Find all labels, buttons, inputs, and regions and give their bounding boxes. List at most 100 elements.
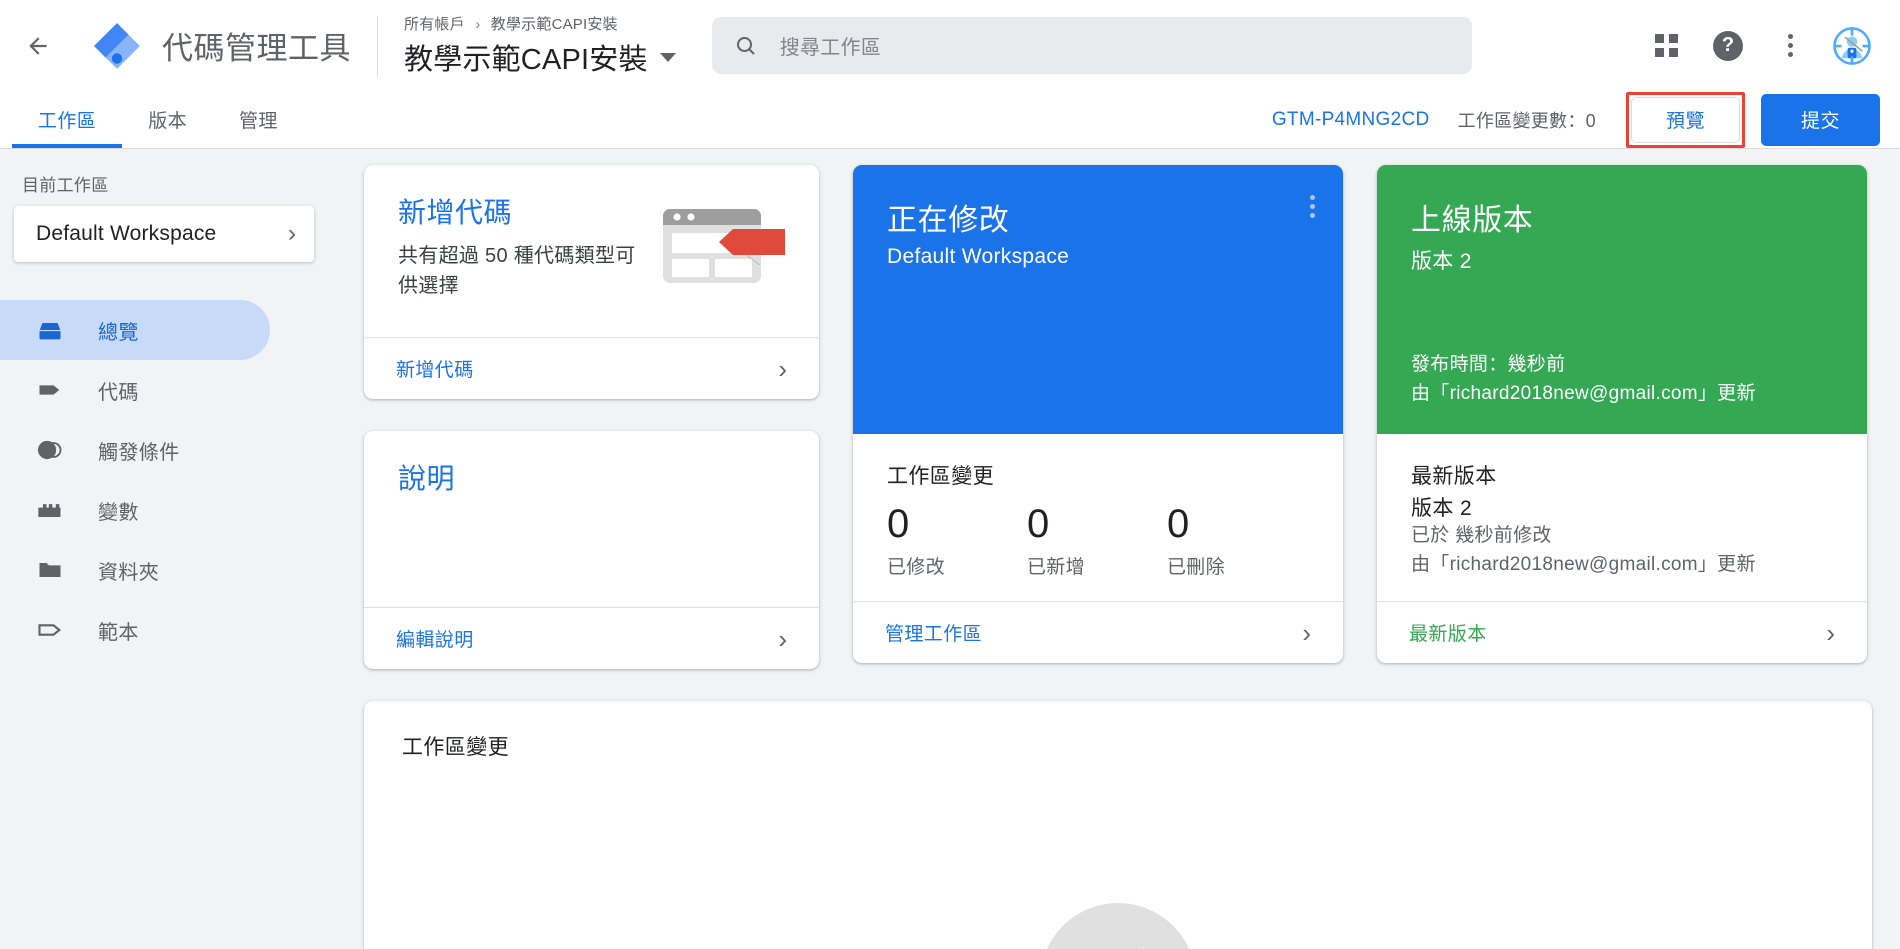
latest-version-updated-by: 由「richard2018new@gmail.com」更新 — [1411, 551, 1833, 580]
preview-button[interactable]: 預覽 — [1631, 97, 1740, 143]
live-version-card: 上線版本 版本 2 發布時間：幾秒前 由「richard2018new@gmai… — [1377, 165, 1867, 663]
apps-grid-icon — [1655, 34, 1678, 57]
latest-version-number: 版本 2 — [1411, 492, 1833, 522]
arrow-back-icon — [25, 33, 51, 59]
latest-version-link-row[interactable]: 最新版本 › — [1377, 601, 1867, 663]
sidebar-item-folders-label: 資料夾 — [98, 556, 159, 585]
brand-block[interactable]: 代碼管理工具 — [92, 21, 351, 71]
add-tag-card-body: 新增代碼 共有超過 50 種代碼類型可供選擇 — [364, 165, 819, 337]
live-version-hero: 上線版本 版本 2 發布時間：幾秒前 由「richard2018new@gmai… — [1377, 165, 1867, 434]
chevron-right-icon: › — [778, 626, 787, 652]
left-column: 新增代碼 共有超過 50 種代碼類型可供選擇 — [364, 165, 819, 669]
submit-button[interactable]: 提交 — [1761, 94, 1880, 146]
workspace-changes-stats: 0 已修改 0 已新增 0 已刪除 — [853, 490, 1343, 601]
editing-hero-title: 正在修改 — [887, 195, 1309, 239]
sidebar-item-folders[interactable]: 資料夾 — [0, 540, 340, 600]
live-version-hero-subtitle: 版本 2 — [1411, 245, 1833, 275]
container-selector[interactable]: 教學示範CAPI安裝 — [404, 36, 676, 78]
live-version-published-by: 由「richard2018new@gmail.com」更新 — [1411, 380, 1756, 409]
stat-modified-label: 已修改 — [887, 552, 1027, 579]
stat-added-label: 已新增 — [1027, 552, 1167, 579]
add-tag-subtitle: 共有超過 50 種代碼類型可供選擇 — [398, 241, 648, 301]
search-area: 搜尋工作區 — [712, 17, 1614, 74]
tab-admin[interactable]: 管理 — [213, 91, 304, 148]
back-button[interactable] — [14, 22, 62, 70]
sidebar-item-triggers[interactable]: 觸發條件 — [0, 420, 340, 480]
editing-hero: 正在修改 Default Workspace — [853, 165, 1343, 434]
search-input[interactable]: 搜尋工作區 — [712, 17, 1472, 74]
breadcrumb-current[interactable]: 教學示範CAPI安裝 — [491, 16, 618, 33]
description-title: 說明 — [398, 457, 785, 497]
chevron-right-icon: › — [1302, 620, 1311, 646]
live-version-publish-info: 發布時間：幾秒前 由「richard2018new@gmail.com」更新 — [1411, 351, 1756, 408]
sidebar: 目前工作區 Default Workspace › 總覽 代碼 — [0, 149, 340, 949]
manage-workspace-link-row[interactable]: 管理工作區 › — [853, 601, 1343, 663]
editing-hero-subtitle: Default Workspace — [887, 245, 1309, 269]
breadcrumb-separator-icon: › — [475, 16, 480, 33]
more-vert-icon — [1788, 34, 1793, 57]
sidebar-nav: 總覽 代碼 觸發條件 — [0, 300, 340, 660]
edit-description-label: 編輯說明 — [396, 625, 474, 652]
stat-deleted-value: 0 — [1167, 500, 1307, 548]
chevron-right-icon: › — [288, 222, 296, 246]
cards-row: 新增代碼 共有超過 50 種代碼類型可供選擇 — [364, 165, 1872, 669]
tab-versions[interactable]: 版本 — [122, 91, 213, 148]
stat-added-value: 0 — [1027, 500, 1167, 548]
sidebar-item-variables[interactable]: 變數 — [0, 480, 340, 540]
workspace-changes-count: 工作區變更數：0 — [1458, 107, 1596, 133]
browser-window-tag-illustration — [661, 201, 793, 298]
product-title: 代碼管理工具 — [162, 23, 351, 68]
chevron-down-icon[interactable] — [660, 53, 676, 62]
account-avatar-button[interactable] — [1828, 22, 1876, 70]
chevron-right-icon: › — [778, 356, 787, 382]
stat-deleted: 0 已刪除 — [1167, 500, 1307, 579]
apps-button[interactable] — [1642, 22, 1690, 70]
search-placeholder: 搜尋工作區 — [780, 31, 882, 60]
variable-blocks-icon — [36, 496, 64, 524]
search-icon — [734, 34, 758, 58]
workspace-changes-card-title: 工作區變更 — [364, 701, 1872, 761]
top-header: 代碼管理工具 所有帳戶 › 教學示範CAPI安裝 教學示範CAPI安裝 搜尋工作… — [0, 0, 1900, 91]
help-button[interactable]: ? — [1704, 22, 1752, 70]
sidebar-item-triggers-label: 觸發條件 — [98, 436, 180, 465]
workspace-selector[interactable]: Default Workspace › — [14, 206, 314, 262]
tab-list: 工作區 版本 管理 — [0, 91, 304, 148]
right-column: 上線版本 版本 2 發布時間：幾秒前 由「richard2018new@gmai… — [1377, 165, 1867, 663]
add-tag-card: 新增代碼 共有超過 50 種代碼類型可供選擇 — [364, 165, 819, 399]
tab-workspace[interactable]: 工作區 — [12, 91, 122, 148]
add-tag-link-row[interactable]: 新增代碼 › — [364, 337, 819, 399]
manage-workspace-label: 管理工作區 — [885, 619, 982, 646]
sidebar-item-templates-label: 範本 — [98, 616, 139, 645]
sidebar-item-overview-label: 總覽 — [98, 316, 139, 345]
tab-bar-actions: GTM-P4MNG2CD 工作區變更數：0 預覽 提交 — [1272, 91, 1900, 148]
latest-version-modified: 已於 幾秒前修改 — [1411, 522, 1833, 551]
sidebar-item-tags[interactable]: 代碼 — [0, 360, 340, 420]
stat-added: 0 已新增 — [1027, 500, 1167, 579]
pencil-edit-illustration — [1023, 886, 1213, 949]
body-wrapper: 目前工作區 Default Workspace › 總覽 代碼 — [0, 149, 1900, 949]
editing-workspace-card: 正在修改 Default Workspace 工作區變更 0 已修改 — [853, 165, 1343, 663]
sidebar-item-overview[interactable]: 總覽 — [0, 300, 270, 360]
preview-button-highlight: 預覽 — [1626, 92, 1745, 148]
gtm-container-id[interactable]: GTM-P4MNG2CD — [1272, 109, 1430, 131]
workspace-name: Default Workspace — [36, 222, 216, 246]
latest-version-info: 最新版本 版本 2 已於 幾秒前修改 由「richard2018new@gmai… — [1377, 434, 1867, 601]
container-name: 教學示範CAPI安裝 — [404, 36, 648, 78]
more-options-button[interactable] — [1766, 22, 1814, 70]
sidebar-item-variables-label: 變數 — [98, 496, 139, 525]
tag-icon — [36, 376, 64, 404]
edit-description-link-row[interactable]: 編輯說明 › — [364, 607, 819, 669]
stat-deleted-label: 已刪除 — [1167, 552, 1307, 579]
help-icon: ? — [1713, 31, 1743, 61]
current-workspace-label: 目前工作區 — [0, 165, 340, 206]
latest-version-heading: 最新版本 — [1411, 460, 1833, 490]
breadcrumb-root[interactable]: 所有帳戶 — [404, 16, 465, 33]
account-block: 所有帳戶 › 教學示範CAPI安裝 教學示範CAPI安裝 — [404, 13, 676, 78]
template-tag-icon — [36, 616, 64, 644]
editing-card-menu-button[interactable] — [1310, 195, 1315, 218]
live-version-published-time: 發布時間：幾秒前 — [1411, 351, 1756, 380]
overview-box-icon — [36, 316, 64, 344]
sidebar-item-templates[interactable]: 範本 — [0, 600, 340, 660]
tab-bar: 工作區 版本 管理 GTM-P4MNG2CD 工作區變更數：0 預覽 提交 — [0, 91, 1900, 149]
header-icon-group: ? — [1642, 22, 1876, 70]
